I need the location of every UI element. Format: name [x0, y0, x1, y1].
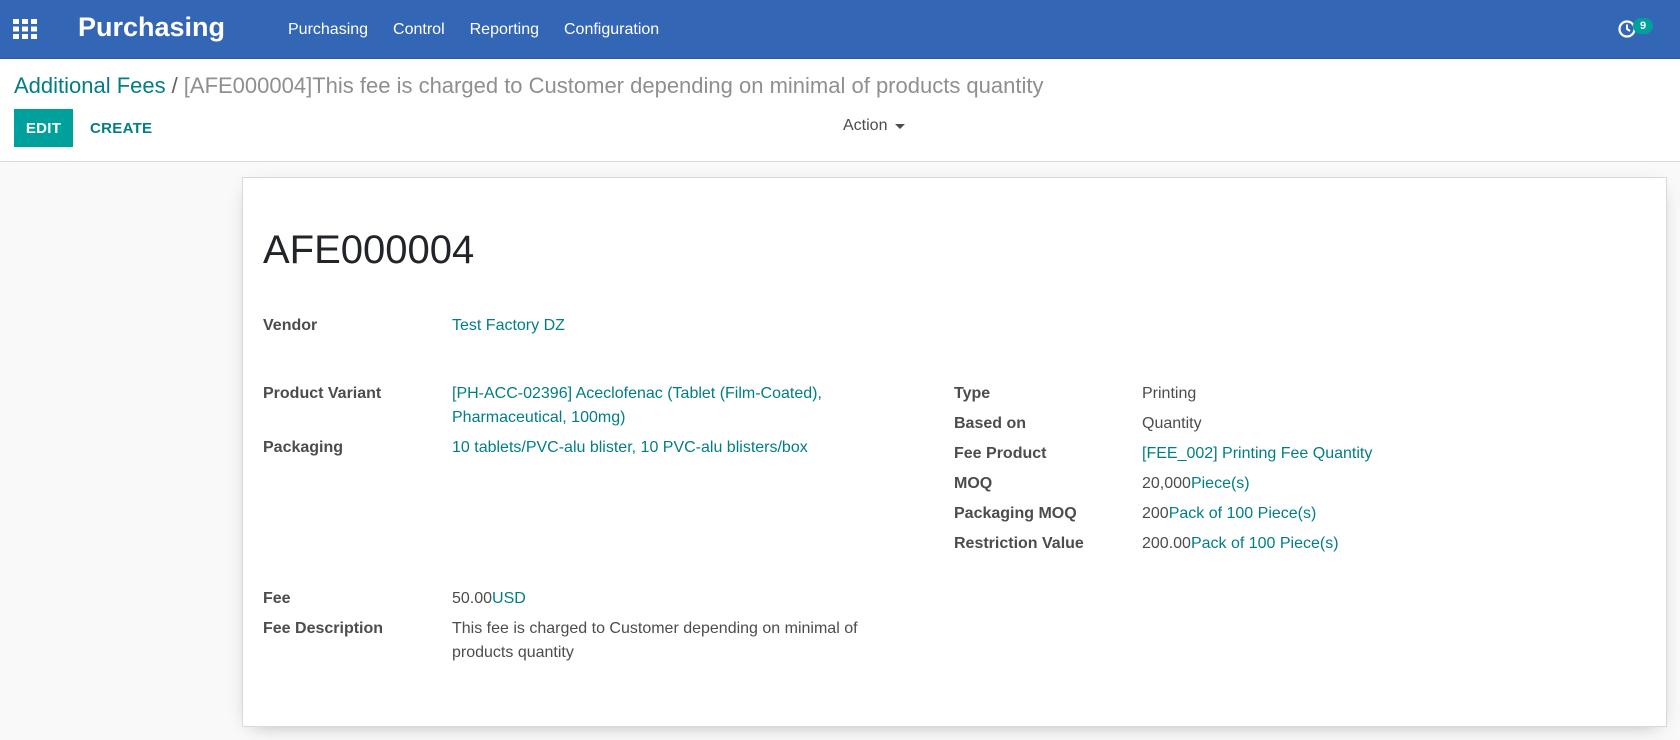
- product-variant-label: Product Variant: [263, 385, 382, 402]
- fee-description-label: Fee Description: [263, 620, 384, 637]
- activity-count-badge: 9: [1633, 18, 1653, 34]
- type-label: Type: [954, 385, 991, 402]
- vendor-link[interactable]: Test Factory DZ: [452, 317, 565, 334]
- breadcrumb: Additional Fees / [AFE000004]This fee is c…: [14, 73, 1044, 99]
- moq-uom-link[interactable]: Piece(s): [1191, 475, 1250, 492]
- create-button[interactable]: CREATE: [86, 109, 156, 147]
- product-variant-link[interactable]: [PH-ACC-02396] Aceclofenac (Tablet (Film…: [452, 385, 822, 426]
- restriction-uom-link[interactable]: Pack of 100 Piece(s): [1191, 535, 1339, 552]
- fee-value: 50.00: [452, 590, 493, 607]
- vendor-label: Vendor: [263, 317, 318, 334]
- control-panel: Additional Fees / [AFE000004]This fee is c…: [0, 59, 1680, 162]
- main-menu: Purchasing Control Reporting Configurati…: [288, 0, 684, 59]
- based-on-label: Based on: [954, 415, 1027, 432]
- action-label: Action: [843, 117, 888, 134]
- moq-label: MOQ: [954, 475, 993, 492]
- top-navbar: Purchasing Purchasing Control Reporting …: [0, 0, 1680, 59]
- fee-description-line2: products quantity: [452, 644, 574, 661]
- fee-description-value: This fee is charged to Customer dependin…: [452, 617, 858, 665]
- packaging-link[interactable]: 10 tablets/PVC-alu blister, 10 PVC-alu b…: [452, 439, 808, 456]
- menu-reporting[interactable]: Reporting: [470, 21, 539, 39]
- form-sheet: AFE000004 Vendor Test Factory DZ Product…: [242, 177, 1667, 727]
- product-variant-line2: Pharmaceutical, 100mg): [452, 409, 626, 426]
- activity-button[interactable]: 9: [1615, 16, 1655, 42]
- record-title: AFE000004: [263, 228, 475, 272]
- based-on-value: Quantity: [1142, 415, 1202, 432]
- caret-down-icon: [895, 123, 906, 129]
- product-variant-line1: [PH-ACC-02396] Aceclofenac (Tablet (Film…: [452, 385, 822, 402]
- app-brand[interactable]: Purchasing: [78, 12, 225, 43]
- packaging-moq-label: Packaging MOQ: [954, 505, 1077, 522]
- fee-label: Fee: [263, 590, 291, 607]
- moq-value: 20,000: [1142, 475, 1191, 492]
- menu-control[interactable]: Control: [393, 21, 445, 39]
- fee-currency-link[interactable]: USD: [492, 590, 526, 607]
- breadcrumb-current: [AFE000004]This fee is charged to Custom…: [183, 73, 1044, 98]
- restriction-value: 200.00: [1142, 535, 1191, 552]
- packaging-moq-value: 200: [1142, 505, 1169, 522]
- packaging-moq-field: 200Pack of 100 Piece(s): [1142, 502, 1316, 526]
- breadcrumb-separator: /: [171, 73, 178, 98]
- menu-configuration[interactable]: Configuration: [564, 21, 659, 39]
- fee-description-line1: This fee is charged to Customer dependin…: [452, 620, 858, 637]
- product-variant-field: [PH-ACC-02396] Aceclofenac (Tablet (Film…: [452, 382, 822, 430]
- fee-product-label: Fee Product: [954, 445, 1047, 462]
- menu-purchasing[interactable]: Purchasing: [288, 21, 368, 39]
- packaging-field: 10 tablets/PVC-alu blister, 10 PVC-alu b…: [452, 436, 808, 460]
- restriction-value-label: Restriction Value: [954, 535, 1084, 552]
- apps-menu-icon[interactable]: [12, 17, 38, 41]
- restriction-value-field: 200.00Pack of 100 Piece(s): [1142, 532, 1339, 556]
- fee-field: 50.00USD: [452, 587, 526, 611]
- edit-button[interactable]: EDIT: [14, 109, 73, 147]
- vendor-field: Test Factory DZ: [452, 314, 565, 338]
- fee-product-field: [FEE_002] Printing Fee Quantity: [1142, 442, 1372, 466]
- breadcrumb-parent[interactable]: Additional Fees: [14, 73, 166, 98]
- action-dropdown[interactable]: Action: [843, 117, 906, 135]
- moq-field: 20,000Piece(s): [1142, 472, 1250, 496]
- fee-product-link[interactable]: [FEE_002] Printing Fee Quantity: [1142, 445, 1372, 462]
- packaging-moq-uom-link[interactable]: Pack of 100 Piece(s): [1169, 505, 1317, 522]
- packaging-label: Packaging: [263, 439, 344, 456]
- type-value: Printing: [1142, 385, 1197, 402]
